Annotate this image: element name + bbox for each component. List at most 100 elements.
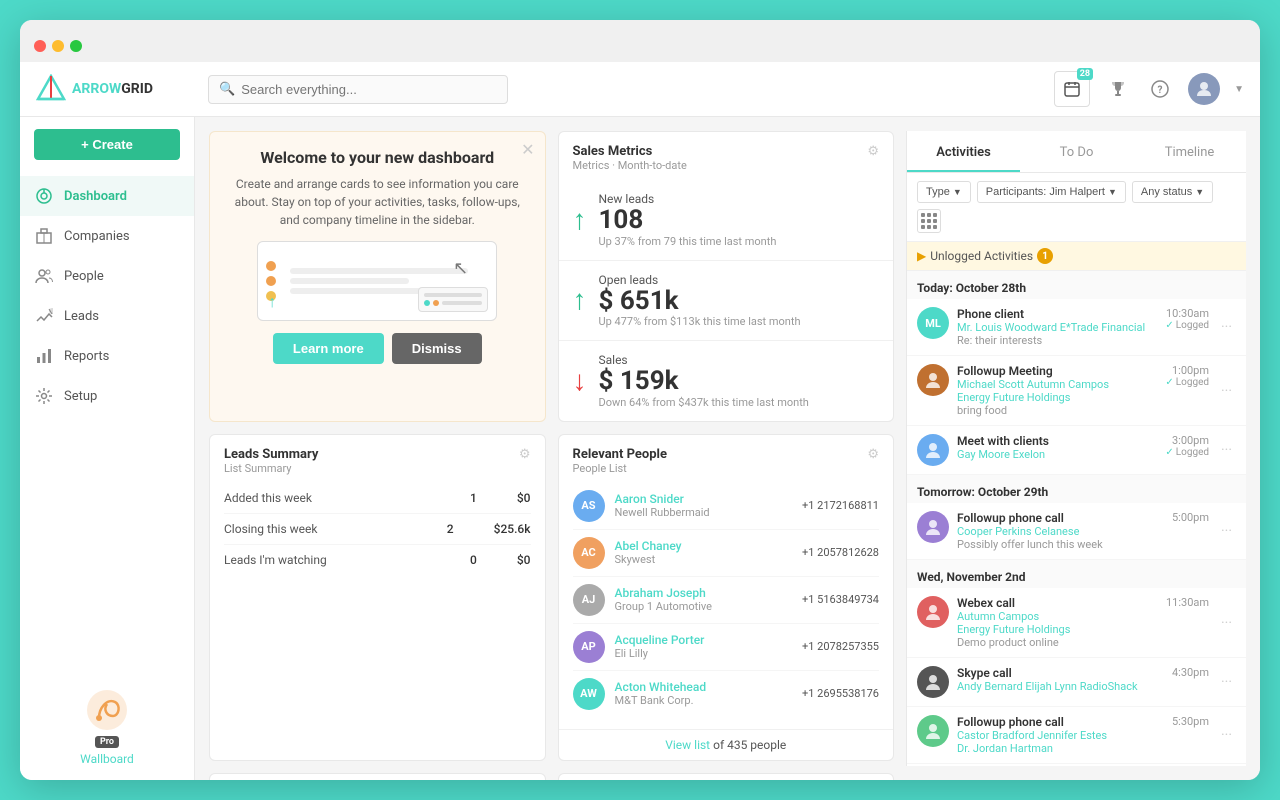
unlogged-count-badge: 1 <box>1037 248 1053 264</box>
grid-view-button[interactable] <box>917 209 941 233</box>
person-name-0[interactable]: Aaron Snider <box>615 492 793 506</box>
learn-more-button[interactable]: Learn more <box>273 333 384 364</box>
leads-summary-title: Leads Summary <box>224 447 318 462</box>
filter-status-button[interactable]: Any status ▼ <box>1132 181 1213 203</box>
leads-summary-gear-icon[interactable]: ⚙ <box>519 447 531 462</box>
wallboard-link[interactable]: Wallboard <box>80 752 134 766</box>
activity-time-3: 5:00pm <box>1172 511 1209 524</box>
activity-meta-4: 11:30am <box>1166 596 1209 609</box>
row-2: Leads Summary List Summary ⚙ Added this … <box>209 434 894 761</box>
activity-more-4[interactable]: ··· <box>1217 615 1236 631</box>
sidebar: + Create Dashboard Companies <box>20 117 195 780</box>
relevant-people-gear-icon[interactable]: ⚙ <box>867 447 879 462</box>
relevant-people-title: Relevant People <box>573 447 668 462</box>
welcome-actions: Learn more Dismiss <box>230 333 525 364</box>
person-company-2: Group 1 Automotive <box>615 600 793 613</box>
trophy-icon-button[interactable] <box>1104 75 1132 103</box>
maximize-dot[interactable] <box>70 40 82 52</box>
leads-summary-table: Added this week 1 $0 Closing this week <box>210 483 545 587</box>
activity-more-1[interactable]: ··· <box>1217 383 1236 399</box>
activity-people-5[interactable]: Andy Bernard Elijah Lynn RadioShack <box>957 680 1164 693</box>
filter-type-chevron: ▼ <box>953 187 962 197</box>
leads-closing-header: Leads Closing Within 7 Days Leads List ⚙ <box>210 774 545 780</box>
sidebar-item-setup[interactable]: Setup <box>20 376 194 416</box>
activity-body-2: Meet with clients Gay Moore Exelon <box>957 434 1157 461</box>
activity-more-5[interactable]: ··· <box>1217 674 1236 690</box>
person-row-4: AW Acton Whitehead M&T Bank Corp. +1 269… <box>573 671 880 717</box>
close-dot[interactable] <box>34 40 46 52</box>
activity-people-1[interactable]: Michael Scott Autumn Campos <box>957 378 1157 391</box>
activity-people-2[interactable]: Gay Moore Exelon <box>957 448 1157 461</box>
arrow-up-icon-2: ↑ <box>573 286 587 314</box>
activity-meta-5: 4:30pm <box>1172 666 1209 679</box>
activity-people-6[interactable]: Castor Bradford Jennifer Estes <box>957 729 1164 742</box>
activity-people-0[interactable]: Mr. Louis Woodward E*Trade Financial <box>957 321 1157 334</box>
person-company-3: Eli Lilly <box>615 647 793 660</box>
activity-people-4[interactable]: Autumn Campos <box>957 610 1158 623</box>
person-phone-4: +1 2695538176 <box>802 687 879 700</box>
summary-closing-label: Closing this week <box>224 522 317 536</box>
person-info-1: Abel Chaney Skywest <box>615 539 793 566</box>
chevron-down-icon[interactable]: ▼ <box>1234 84 1244 95</box>
sidebar-item-companies-label: Companies <box>64 229 130 244</box>
leads-summary-header: Leads Summary List Summary ⚙ <box>210 435 545 483</box>
arrow-down-icon: ↓ <box>573 367 587 395</box>
activity-body-3: Followup phone call Cooper Perkins Celan… <box>957 511 1164 551</box>
person-name-3[interactable]: Acqueline Porter <box>615 633 793 647</box>
dismiss-button[interactable]: Dismiss <box>392 333 482 364</box>
unlogged-activities-bar[interactable]: ▶ Unlogged Activities 1 <box>907 242 1246 271</box>
activity-company-4[interactable]: Energy Future Holdings <box>957 623 1158 636</box>
search-bar[interactable]: 🔍 <box>208 75 508 104</box>
filter-status-chevron: ▼ <box>1195 187 1204 197</box>
unlogged-arrow-icon: ▶ <box>917 249 926 263</box>
tab-timeline[interactable]: Timeline <box>1133 131 1246 172</box>
activity-company-1[interactable]: Energy Future Holdings <box>957 391 1157 404</box>
person-phone-3: +1 2078257355 <box>802 640 879 653</box>
activities-filters: Type ▼ Participants: Jim Halpert ▼ Any s… <box>907 173 1246 242</box>
sidebar-item-people[interactable]: People <box>20 256 194 296</box>
activity-time-1: 1:00pm <box>1165 364 1209 377</box>
topbar-right: 28 ? ▼ <box>1054 71 1244 107</box>
person-name-1[interactable]: Abel Chaney <box>615 539 793 553</box>
person-name-4[interactable]: Acton Whitehead <box>615 680 793 694</box>
row-1: ✕ Welcome to your new dashboard Create a… <box>209 131 894 422</box>
filter-participants-button[interactable]: Participants: Jim Halpert ▼ <box>977 181 1126 203</box>
activity-more-2[interactable]: ··· <box>1217 442 1236 458</box>
arrow-up-icon: ↑ <box>573 206 587 234</box>
person-avatar-1: AC <box>573 537 605 569</box>
create-button[interactable]: + Create <box>34 129 180 160</box>
sidebar-item-leads[interactable]: Leads <box>20 296 194 336</box>
tab-activities[interactable]: Activities <box>907 131 1020 172</box>
sidebar-item-dashboard[interactable]: Dashboard <box>20 176 194 216</box>
calendar-badge: 28 <box>1077 68 1093 80</box>
sales-metrics-title: Sales Metrics <box>573 144 687 159</box>
search-icon: 🔍 <box>219 82 235 97</box>
user-avatar[interactable] <box>1188 73 1220 105</box>
minimize-dot[interactable] <box>52 40 64 52</box>
view-list-link[interactable]: View list of 435 people <box>559 729 894 760</box>
search-input[interactable] <box>241 82 497 97</box>
activity-company-6[interactable]: Dr. Jordan Hartman <box>957 742 1164 755</box>
tab-todo[interactable]: To Do <box>1020 131 1133 172</box>
sidebar-item-reports[interactable]: Reports <box>20 336 194 376</box>
leads-summary-card: Leads Summary List Summary ⚙ Added this … <box>209 434 546 761</box>
activity-more-3[interactable]: ··· <box>1217 523 1236 539</box>
activity-logged-1: ✓ Logged <box>1165 377 1209 388</box>
help-icon-button[interactable]: ? <box>1146 75 1174 103</box>
filter-type-button[interactable]: Type ▼ <box>917 181 971 203</box>
activity-title-0: Phone client <box>957 307 1157 321</box>
sales-metrics-gear-icon[interactable]: ⚙ <box>867 144 879 159</box>
person-name-2[interactable]: Abraham Joseph <box>615 586 793 600</box>
activity-people-3[interactable]: Cooper Perkins Celanese <box>957 525 1164 538</box>
activity-meta-3: 5:00pm <box>1172 511 1209 524</box>
activity-note-1: bring food <box>957 404 1157 417</box>
activity-more-6[interactable]: ··· <box>1217 727 1236 743</box>
activity-skype: Skype call Andy Bernard Elijah Lynn Radi… <box>907 658 1246 707</box>
welcome-close-button[interactable]: ✕ <box>521 140 534 160</box>
activity-more-0[interactable]: ··· <box>1217 319 1236 335</box>
activities-list: Today: October 28th ML Phone client Mr. … <box>907 271 1246 766</box>
reports-icon <box>34 346 54 366</box>
sidebar-item-companies[interactable]: Companies <box>20 216 194 256</box>
filter-status-label: Any status <box>1141 186 1192 198</box>
calendar-icon-button[interactable]: 28 <box>1054 71 1090 107</box>
